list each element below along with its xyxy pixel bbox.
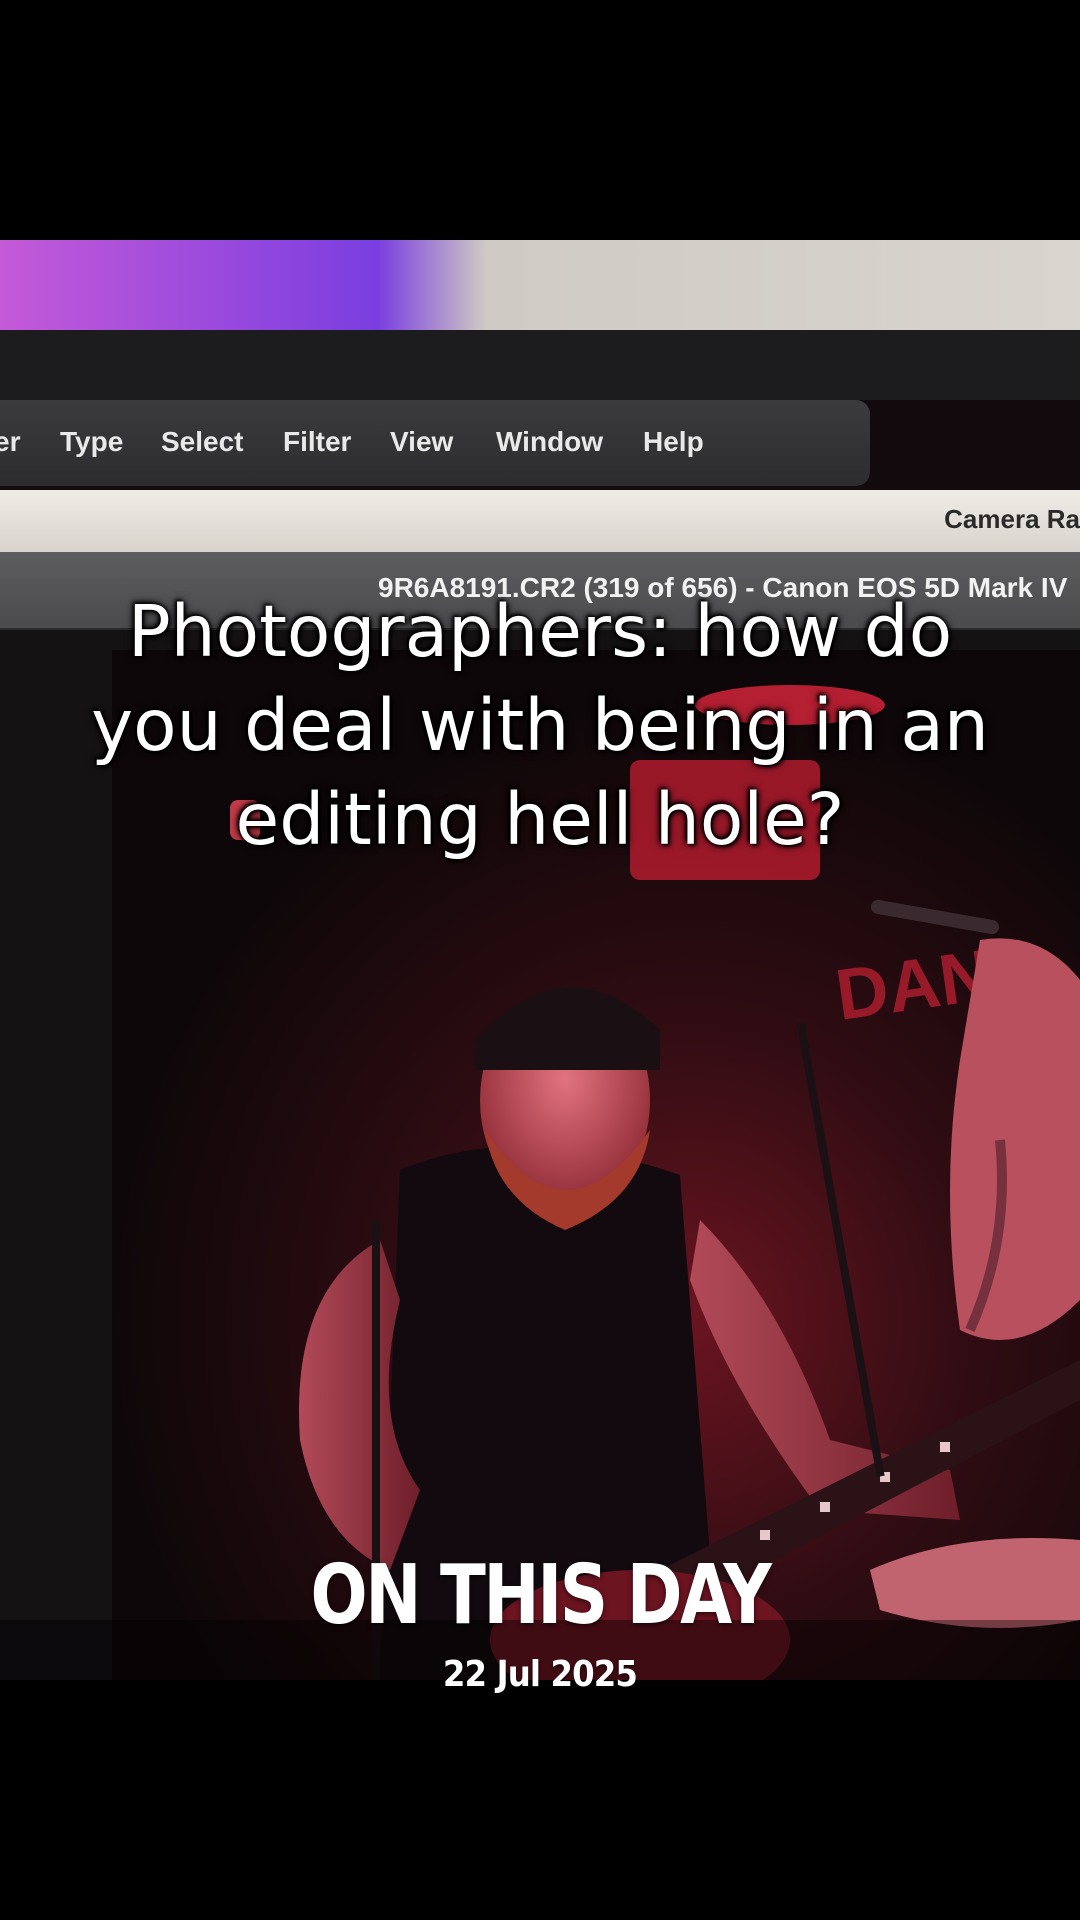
menu-item-filter[interactable]: Filter — [283, 426, 351, 458]
caption-line: editing hell hole? — [235, 778, 845, 861]
menu-item-select[interactable]: Select — [161, 426, 244, 458]
menu-item-type[interactable]: Type — [60, 426, 123, 458]
caption-text: Photographers: how do you deal with bein… — [60, 585, 1020, 867]
menu-item-window[interactable]: Window — [496, 426, 603, 458]
on-this-day-heading: ON THIS DAY — [310, 1548, 772, 1643]
camera-raw-titlebar: Camera Ra — [0, 490, 1080, 552]
menu-item-view[interactable]: View — [390, 426, 453, 458]
caption-line: Photographers: how do — [127, 590, 953, 673]
menu-item-help[interactable]: Help — [643, 426, 704, 458]
app-menu-bar: er Type Select Filter View Window Help — [0, 400, 870, 486]
caption-line: you deal with being in an — [91, 684, 989, 767]
memory-date: 22 Jul 2025 — [442, 1654, 638, 1695]
menu-item-truncated[interactable]: er — [0, 426, 20, 458]
photo: DAN er Type Select Filter View Window He… — [0, 240, 1080, 1680]
camera-raw-title: Camera Ra — [944, 504, 1080, 534]
